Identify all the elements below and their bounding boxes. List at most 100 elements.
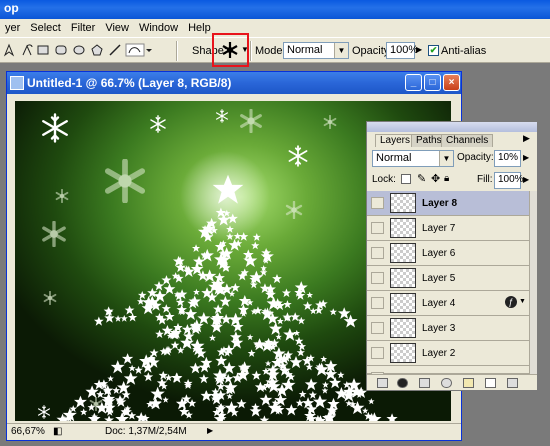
- antialias-checkbox[interactable]: ✔: [428, 45, 439, 56]
- status-menu-arrow-icon[interactable]: ▶: [207, 426, 213, 435]
- visibility-eye-icon[interactable]: [371, 322, 384, 334]
- lock-move-icon[interactable]: ✥: [431, 172, 440, 185]
- tree-star: [137, 290, 147, 300]
- effects-expand-icon[interactable]: ▼: [519, 298, 526, 305]
- status-icon[interactable]: ◧: [53, 426, 62, 437]
- trash-icon[interactable]: [507, 378, 518, 388]
- tree-star: [302, 301, 313, 311]
- layer-opacity-input[interactable]: 10%: [494, 150, 521, 167]
- tree-star: [312, 394, 328, 409]
- chevron-down-icon: ▼: [334, 43, 348, 58]
- tree-star: [104, 312, 115, 323]
- tree-star: [134, 365, 143, 374]
- blend-mode-select[interactable]: Normal ▼: [372, 150, 454, 167]
- lock-paint-icon[interactable]: ✎: [417, 172, 426, 185]
- tree-star: [197, 312, 211, 325]
- new-group-icon[interactable]: [463, 378, 474, 388]
- layer-row-5[interactable]: Layer 5: [367, 266, 529, 291]
- menu-filter[interactable]: Filter: [66, 22, 100, 34]
- polygon-tool-icon[interactable]: [90, 43, 104, 57]
- minimize-button[interactable]: _: [405, 74, 422, 91]
- menu-window[interactable]: Window: [134, 22, 183, 34]
- layer-row-8[interactable]: Layer 8: [367, 191, 529, 216]
- tree-star: [184, 307, 198, 320]
- pen-tool-icon[interactable]: [2, 43, 16, 57]
- layer-row-2[interactable]: Layer 2: [367, 341, 529, 366]
- menu-view[interactable]: View: [100, 22, 134, 34]
- tree-star: [161, 304, 171, 313]
- layer-row-3[interactable]: Layer 3: [367, 316, 529, 341]
- tree-star: [123, 371, 138, 385]
- new-layer-icon[interactable]: [485, 378, 496, 388]
- tree-star: [143, 372, 154, 382]
- tree-star: [153, 280, 165, 291]
- visibility-eye-icon[interactable]: [371, 297, 384, 309]
- tree-star: [161, 275, 172, 285]
- palette-menu-icon[interactable]: ▶: [523, 133, 530, 144]
- layer-thumbnail: [390, 293, 416, 313]
- line-tool-icon[interactable]: [108, 43, 122, 57]
- opacity-input[interactable]: 100%: [386, 42, 419, 59]
- tree-star: [281, 288, 291, 298]
- visibility-eye-icon[interactable]: [371, 347, 384, 359]
- menu-layer[interactable]: yer: [0, 22, 25, 34]
- layer-row-4[interactable]: Layer 4 ƒ ▼: [367, 291, 529, 316]
- layers-scrollbar[interactable]: [529, 191, 537, 374]
- tab-layers[interactable]: Layers: [375, 134, 416, 147]
- menu-select[interactable]: Select: [25, 22, 66, 34]
- tree-star: [163, 283, 176, 295]
- ellipse-tool-icon[interactable]: [72, 43, 86, 57]
- tree-star: [295, 399, 304, 407]
- layer-thumbnail: [390, 343, 416, 363]
- tab-channels[interactable]: Channels: [441, 134, 494, 147]
- menu-help[interactable]: Help: [183, 22, 216, 34]
- tree-star: [74, 395, 87, 408]
- mode-select[interactable]: Normal ▼: [283, 42, 349, 59]
- tree-star: [251, 370, 262, 380]
- tree-star: [269, 322, 283, 335]
- visibility-eye-icon[interactable]: [371, 222, 384, 234]
- tree-star: [249, 405, 262, 417]
- layer-row-6[interactable]: Layer 6: [367, 241, 529, 266]
- zoom-level[interactable]: 66,67%: [11, 426, 45, 437]
- opacity-value: 100%: [390, 44, 419, 56]
- visibility-eye-icon[interactable]: [371, 197, 384, 209]
- tree-star: [180, 336, 194, 350]
- lock-transparency-icon[interactable]: [401, 174, 411, 184]
- rounded-rectangle-icon[interactable]: [54, 43, 68, 57]
- layer-mask-icon[interactable]: [419, 378, 430, 388]
- palette-header[interactable]: [367, 122, 537, 132]
- tree-star: [124, 305, 135, 315]
- custom-shape-tool-icon[interactable]: [125, 43, 153, 57]
- tree-star: [228, 312, 243, 326]
- close-button[interactable]: ×: [443, 74, 460, 91]
- visibility-eye-icon[interactable]: [371, 272, 384, 284]
- adjustment-layer-icon[interactable]: [441, 378, 452, 388]
- tree-star: [219, 295, 232, 307]
- fill-arrow-icon[interactable]: ▶: [523, 175, 529, 184]
- layer-row-1[interactable]: [367, 366, 529, 374]
- layer-thumbnail: [390, 318, 416, 338]
- tree-star: [297, 342, 307, 351]
- layer-opacity-arrow-icon[interactable]: ▶: [523, 153, 529, 162]
- link-layers-icon[interactable]: [377, 378, 388, 388]
- document-title-bar[interactable]: Untitled-1 @ 66.7% (Layer 8, RGB/8) _ □ …: [7, 72, 461, 94]
- fill-input[interactable]: 100%: [494, 172, 524, 189]
- layer-style-icon[interactable]: [397, 378, 408, 388]
- maximize-button[interactable]: □: [424, 74, 441, 91]
- lock-all-icon[interactable]: 🔒︎: [444, 173, 449, 184]
- layer-list: Layer 8 Layer 7 Layer 6 Layer 5 Layer 4 …: [367, 191, 537, 374]
- tree-star: [337, 307, 351, 320]
- layer-name: Layer 4: [422, 298, 456, 309]
- layer-name: Layer 2: [422, 348, 456, 359]
- visibility-eye-icon[interactable]: [371, 247, 384, 259]
- opacity-arrow-icon[interactable]: ▶: [416, 45, 422, 54]
- layer-effects-icon[interactable]: ƒ: [505, 296, 517, 308]
- tree-star: [322, 381, 329, 388]
- tree-star: [208, 334, 217, 342]
- rectangle-tool-icon[interactable]: [36, 43, 50, 57]
- tree-star: [368, 398, 375, 405]
- layer-row-7[interactable]: Layer 7: [367, 216, 529, 241]
- freeform-pen-icon[interactable]: [20, 43, 34, 57]
- tree-star: [93, 316, 104, 326]
